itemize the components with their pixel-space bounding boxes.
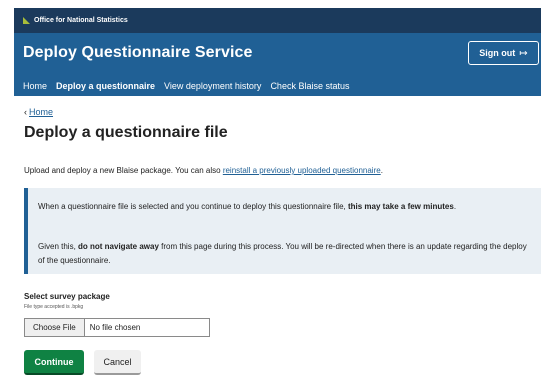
intro-text-start: Upload and deploy a new Blaise package. … <box>24 166 223 175</box>
info-p1-bold: this may take a few minutes <box>347 202 454 211</box>
nav-item-home[interactable]: Home <box>23 81 47 91</box>
cancel-button[interactable]: Cancel <box>94 350 141 375</box>
main-nav: Home Deploy a questionnaire View deploym… <box>14 76 541 96</box>
info-p2-text: Given this, <box>38 242 79 251</box>
sign-out-button[interactable]: Sign out ↦ <box>468 41 539 65</box>
breadcrumb: ‹ Home <box>24 107 53 117</box>
nav-item-blaise-status[interactable]: Check Blaise status <box>270 81 349 91</box>
info-p1-end: . <box>453 202 457 211</box>
info-paragraph-2: Given this, do not navigate away from th… <box>38 240 533 268</box>
nav-item-history[interactable]: View deployment history <box>164 81 261 91</box>
service-header: Deploy Questionnaire Service Sign out ↦ <box>14 33 541 76</box>
intro-text-end: . <box>380 166 383 175</box>
chevron-left-icon: ‹ <box>24 107 27 117</box>
survey-package-label: Select survey package <box>24 292 110 301</box>
continue-button[interactable]: Continue <box>24 350 84 375</box>
sign-out-icon: ↦ <box>519 47 528 59</box>
info-p1-text: When a questionnaire file is selected an… <box>38 202 348 211</box>
ons-logo-text: Office for National Statistics <box>34 17 128 24</box>
choose-file-button[interactable]: Choose File <box>25 319 85 336</box>
sign-out-label: Sign out <box>479 48 516 58</box>
ons-bar: Office for National Statistics <box>14 8 541 33</box>
service-title[interactable]: Deploy Questionnaire Service <box>23 44 253 62</box>
file-status: No file chosen <box>89 323 141 332</box>
ons-logo[interactable]: Office for National Statistics <box>23 17 128 24</box>
intro-text: Upload and deploy a new Blaise package. … <box>24 166 383 175</box>
page-title: Deploy a questionnaire file <box>24 124 228 141</box>
reinstall-link[interactable]: reinstall a previously uploaded question… <box>223 166 381 175</box>
info-panel: When a questionnaire file is selected an… <box>24 188 541 274</box>
info-p2-bold: do not navigate away <box>78 242 159 251</box>
breadcrumb-home-link[interactable]: Home <box>29 107 53 117</box>
info-paragraph-1: When a questionnaire file is selected an… <box>38 200 533 214</box>
info-panel-border <box>24 188 28 274</box>
nav-item-deploy[interactable]: Deploy a questionnaire <box>56 81 155 91</box>
survey-package-hint: File type accepted is .bpkg <box>24 304 84 310</box>
survey-package-file-input[interactable]: Choose File No file chosen <box>24 318 210 337</box>
ons-logo-icon <box>23 17 30 24</box>
